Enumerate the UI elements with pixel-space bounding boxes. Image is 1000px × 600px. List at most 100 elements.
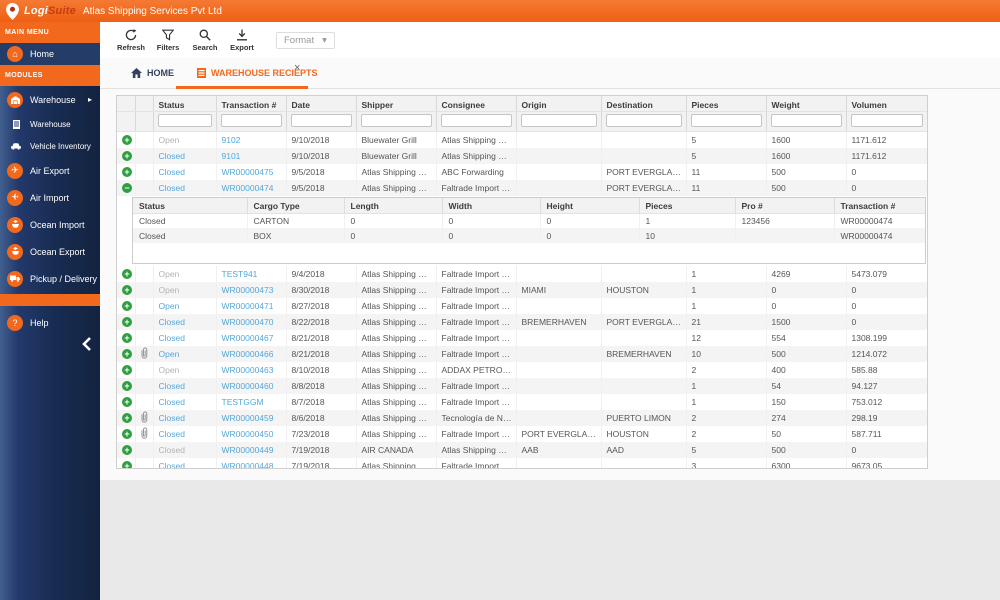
transaction-link[interactable]: WR00000470 [222, 317, 274, 327]
column-header-weight[interactable]: Weight [766, 96, 846, 112]
status-value[interactable]: Closed [159, 381, 185, 391]
filter-input-transaction[interactable] [221, 114, 282, 127]
column-header-volumen[interactable]: Volumen [846, 96, 927, 112]
sidebar-item-pickup-delivery[interactable]: Pickup / Delivery [0, 265, 100, 292]
sidebar-item-air-export[interactable]: ✈ Air Export [0, 157, 100, 184]
status-value[interactable]: Open [159, 301, 180, 311]
column-header-date[interactable]: Date [286, 96, 356, 112]
pieces-cell: 1 [639, 213, 735, 228]
transaction-link[interactable]: 9101 [222, 151, 241, 161]
expand-row-icon[interactable]: + [122, 135, 132, 145]
main-menu-header: MAIN MENU [0, 22, 100, 43]
tab-home[interactable]: HOME [131, 68, 174, 78]
status-value[interactable]: Closed [159, 413, 185, 423]
table-row: +OpenWR000004638/10/2018Atlas Shipping S… [117, 362, 927, 378]
consignee-cell: Atlas Shipping Services Pv... [436, 442, 516, 458]
origin-cell [516, 298, 601, 314]
filter-input-pieces[interactable] [691, 114, 762, 127]
transaction-link[interactable]: WR00000449 [222, 445, 274, 455]
status-value[interactable]: Closed [159, 397, 185, 407]
status-value[interactable]: Closed [159, 151, 185, 161]
expand-row-icon[interactable]: + [122, 445, 132, 455]
collapse-row-icon[interactable]: − [122, 183, 132, 193]
expand-row-icon[interactable]: + [122, 413, 132, 423]
expand-row-icon[interactable]: + [122, 365, 132, 375]
status-value[interactable]: Closed [159, 333, 185, 343]
expand-row-icon[interactable]: + [122, 167, 132, 177]
expand-row-icon[interactable]: + [122, 285, 132, 295]
column-header-status[interactable]: Status [153, 96, 216, 112]
column-header-shipper[interactable]: Shipper [356, 96, 436, 112]
transaction-link[interactable]: WR00000460 [222, 381, 274, 391]
volumen-cell: 298.19 [846, 410, 927, 426]
filter-input-destination[interactable] [606, 114, 682, 127]
consignee-cell: Atlas Shipping Services Pv... [436, 132, 516, 148]
column-header-transaction[interactable]: Transaction # [216, 96, 286, 112]
filter-input-status[interactable] [158, 114, 212, 127]
transaction-link[interactable]: WR00000467 [222, 333, 274, 343]
expand-row-icon[interactable]: + [122, 269, 132, 279]
expand-row-icon[interactable]: + [122, 381, 132, 391]
transaction-link[interactable]: WR00000471 [222, 301, 274, 311]
date-cell: 8/6/2018 [286, 410, 356, 426]
transaction-link[interactable]: WR00000463 [222, 365, 274, 375]
sidebar-item-air-import[interactable]: ✈ Air Import [0, 184, 100, 211]
transaction-link[interactable]: 9102 [222, 135, 241, 145]
status-value[interactable]: Closed [159, 183, 185, 193]
status-value[interactable]: Open [159, 349, 180, 359]
date-cell: 8/8/2018 [286, 378, 356, 394]
column-header-consignee[interactable]: Consignee [436, 96, 516, 112]
transaction-link[interactable]: WR00000448 [222, 461, 274, 470]
column-header-pieces[interactable]: Pieces [686, 96, 766, 112]
filter-input-origin[interactable] [521, 114, 597, 127]
filter-input-date[interactable] [291, 114, 352, 127]
expand-row-icon[interactable]: + [122, 397, 132, 407]
pieces-cell: 5 [686, 148, 766, 164]
transaction-link[interactable]: WR00000450 [222, 429, 274, 439]
expand-row-icon[interactable]: + [122, 349, 132, 359]
sidebar-item-warehouse-sub[interactable]: Warehouse [0, 113, 100, 135]
origin-cell [516, 330, 601, 346]
column-header-destination[interactable]: Destination [601, 96, 686, 112]
transaction-link[interactable]: TESTGGM [222, 397, 264, 407]
transaction-link[interactable]: WR00000459 [222, 413, 274, 423]
sidebar-item-ocean-export[interactable]: Ocean Export [0, 238, 100, 265]
expand-row-icon[interactable]: + [122, 461, 132, 470]
status-value[interactable]: Closed [159, 461, 185, 470]
transaction-link[interactable]: WR00000475 [222, 167, 274, 177]
search-button[interactable]: Search [192, 29, 218, 52]
status-cell: Open [153, 362, 216, 378]
expand-row-icon[interactable]: + [122, 333, 132, 343]
sidebar-item-warehouse[interactable]: Warehouse ▸ [0, 86, 100, 113]
transaction-link[interactable]: WR00000474 [222, 183, 274, 193]
expand-row-icon[interactable]: + [122, 429, 132, 439]
filters-button[interactable]: Filters [155, 29, 181, 52]
export-button[interactable]: Export [229, 29, 255, 52]
filter-input-volumen[interactable] [851, 114, 923, 127]
status-cell: Closed [153, 426, 216, 442]
sidebar-item-help[interactable]: ? Help [0, 309, 100, 336]
format-dropdown[interactable]: Format ▾ [276, 32, 335, 49]
status-cell: Open [153, 298, 216, 314]
filter-input-weight[interactable] [771, 114, 842, 127]
status-value[interactable]: Closed [159, 317, 185, 327]
status-value[interactable]: Closed [159, 167, 185, 177]
expand-row-icon[interactable]: + [122, 151, 132, 161]
transaction-link[interactable]: WR00000473 [222, 285, 274, 295]
close-tab-icon[interactable]: × [294, 63, 300, 74]
weight-cell: 500 [766, 164, 846, 180]
column-header-origin[interactable]: Origin [516, 96, 601, 112]
sidebar-item-ocean-import[interactable]: Ocean Import [0, 211, 100, 238]
transaction-link[interactable]: TEST941 [222, 269, 258, 279]
refresh-button[interactable]: Refresh [118, 29, 144, 52]
transaction-link[interactable]: WR00000466 [222, 349, 274, 359]
sidebar-item-home[interactable]: ⌂ Home [0, 43, 100, 65]
filter-input-consignee[interactable] [441, 114, 512, 127]
filter-input-shipper[interactable] [361, 114, 432, 127]
sidebar-item-vehicle-inventory[interactable]: Vehicle Inventory [0, 135, 100, 157]
status-value[interactable]: Closed [159, 429, 185, 439]
sidebar-collapse-chevron-icon[interactable] [82, 337, 92, 355]
expand-row-icon[interactable]: + [122, 301, 132, 311]
tab-panel: HOME WAREHOUSE RECIEPTS × [100, 58, 1000, 480]
expand-row-icon[interactable]: + [122, 317, 132, 327]
